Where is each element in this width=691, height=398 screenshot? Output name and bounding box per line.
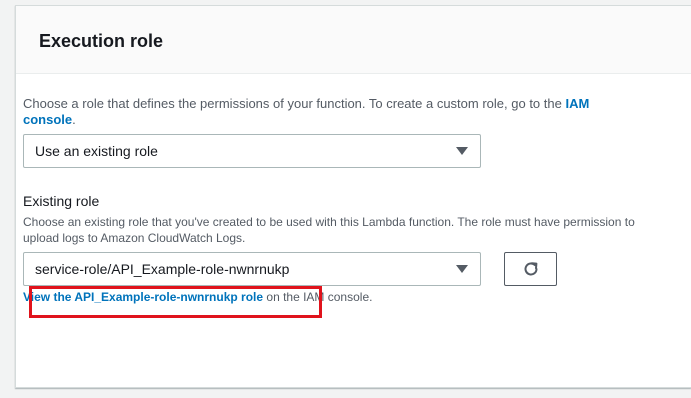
existing-role-select-value: service-role/API_Example-role-nwnrnukp bbox=[35, 261, 290, 277]
role-intro-text: Choose a role that defines the permissio… bbox=[23, 96, 638, 128]
panel-header: Execution role bbox=[16, 6, 691, 74]
existing-role-label: Existing role bbox=[23, 193, 100, 209]
existing-role-description: Choose an existing role that you've crea… bbox=[23, 215, 635, 245]
role-intro-label: Choose a role that defines the permissio… bbox=[23, 96, 566, 111]
panel-title: Execution role bbox=[39, 31, 164, 51]
existing-role-select[interactable]: service-role/API_Example-role-nwnrnukp bbox=[23, 252, 481, 286]
caret-down-icon bbox=[456, 265, 468, 273]
intro-suffix: . bbox=[72, 112, 76, 127]
execution-role-panel: Execution role bbox=[15, 5, 691, 388]
view-role-line: View the API_Example-role-nwnrnukp role … bbox=[23, 289, 372, 305]
caret-down-icon bbox=[456, 147, 468, 155]
view-role-suffix: on the IAM console. bbox=[263, 290, 373, 304]
refresh-icon bbox=[524, 262, 537, 276]
refresh-roles-button[interactable] bbox=[504, 252, 557, 286]
view-role-link[interactable]: View the API_Example-role-nwnrnukp role bbox=[23, 290, 263, 304]
role-type-select-value: Use an existing role bbox=[35, 143, 158, 159]
role-type-select[interactable]: Use an existing role bbox=[23, 134, 481, 168]
